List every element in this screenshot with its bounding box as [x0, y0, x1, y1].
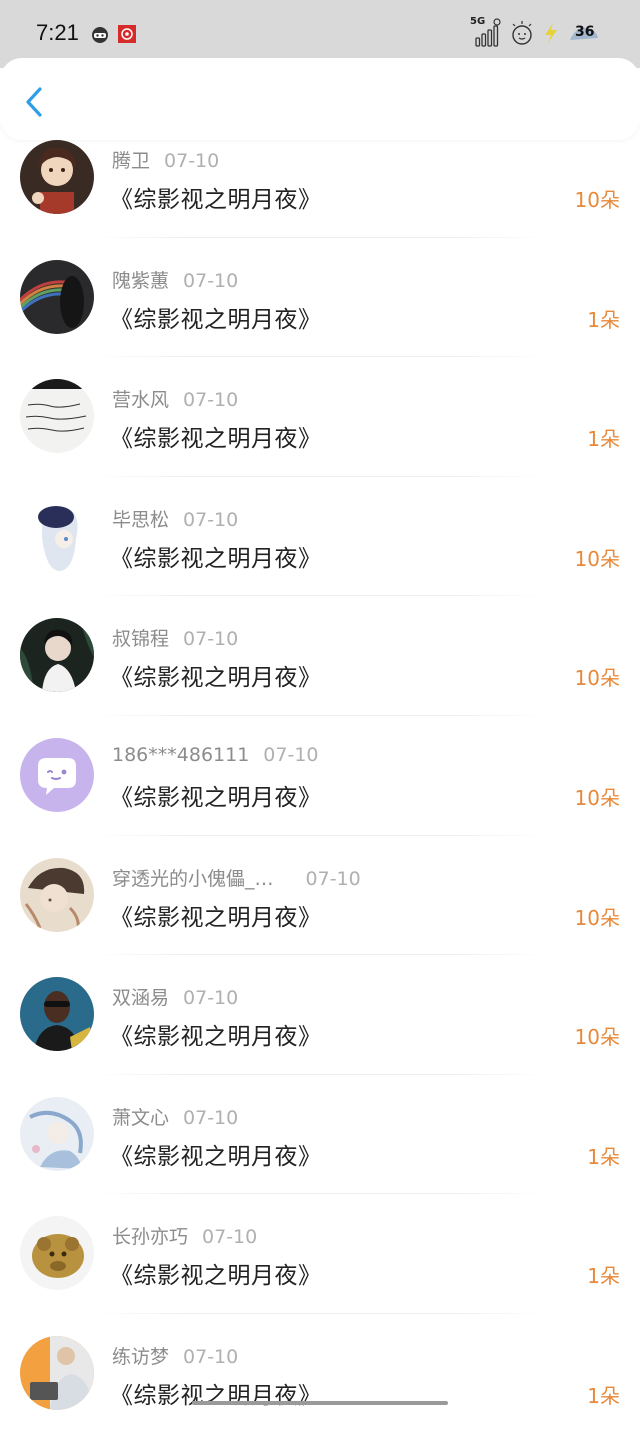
red-app-icon — [117, 24, 137, 44]
divider — [96, 835, 544, 836]
user-name: 隗紫蕙 — [112, 270, 169, 292]
date: 07-10 — [183, 1346, 238, 1368]
divider — [96, 954, 544, 955]
list-item[interactable]: 腾卫 07-10 《综影视之明月夜》 10朵 — [0, 140, 640, 260]
book-title: 《综影视之明月夜》 — [110, 539, 322, 573]
avatar[interactable] — [20, 379, 94, 453]
user-name: 穿透光的小傀儡_… — [112, 868, 274, 890]
list-item[interactable]: 萧文心 07-10 《综影视之明月夜》 1朵 — [0, 1097, 640, 1217]
avatar[interactable] — [20, 1097, 94, 1171]
avatar[interactable] — [20, 140, 94, 214]
status-time: 7:21 — [36, 20, 79, 46]
avatar[interactable] — [20, 618, 94, 692]
date: 07-10 — [183, 987, 238, 1009]
book-title: 《综影视之明月夜》 — [110, 300, 322, 334]
book-title: 《综影视之明月夜》 — [110, 658, 322, 692]
divider — [96, 1313, 544, 1314]
book-title: 《综影视之明月夜》 — [110, 419, 322, 453]
list-item[interactable]: 穿透光的小傀儡_… 07-10 《综影视之明月夜》 10朵 — [0, 858, 640, 978]
user-name: 双涵易 — [112, 987, 169, 1009]
gift-record-list: 腾卫 07-10 《综影视之明月夜》 10朵 隗紫蕙 07-10 《综影视之明月夜》… — [0, 140, 640, 1456]
flower-amount: 1朵 — [587, 1380, 620, 1409]
divider — [96, 1074, 544, 1075]
date: 07-10 — [306, 868, 361, 890]
divider — [96, 715, 544, 716]
list-item[interactable]: 双涵易 07-10 《综影视之明月夜》 10朵 — [0, 977, 640, 1097]
charging-icon — [542, 22, 560, 44]
list-item[interactable]: 隗紫蕙 07-10 《综影视之明月夜》 1朵 — [0, 260, 640, 380]
list-item[interactable]: 毕思松 07-10 《综影视之明月夜》 10朵 — [0, 499, 640, 619]
book-title: 《综影视之明月夜》 — [110, 180, 322, 214]
flower-amount: 1朵 — [587, 423, 620, 452]
book-title: 《综影视之明月夜》 — [110, 1256, 322, 1290]
status-indicators: 5G — [470, 18, 600, 48]
date: 07-10 — [263, 744, 318, 766]
flower-amount: 1朵 — [587, 1260, 620, 1289]
avatar[interactable] — [20, 738, 94, 812]
date: 07-10 — [183, 1107, 238, 1129]
user-name: 萧文心 — [112, 1107, 169, 1129]
flower-amount: 1朵 — [587, 1141, 620, 1170]
battery-icon: 36 — [568, 22, 600, 44]
avatar[interactable] — [20, 977, 94, 1051]
list-item[interactable]: 练访梦07-10 《综影视之明月夜》 1朵 — [0, 1336, 640, 1456]
signal-icon: 5G — [470, 18, 502, 48]
avatar[interactable] — [20, 1336, 94, 1410]
date: 07-10 — [202, 1226, 257, 1248]
divider — [96, 1193, 544, 1194]
date: 07-10 — [183, 270, 238, 292]
divider — [96, 476, 544, 477]
date: 07-10 — [183, 389, 238, 411]
avatar[interactable] — [20, 260, 94, 334]
book-title: 《综影视之明月夜》 — [110, 898, 322, 932]
book-title: 《综影视之明月夜》 — [110, 1137, 322, 1171]
divider — [96, 237, 544, 238]
flower-amount: 10朵 — [575, 782, 620, 811]
flower-amount: 10朵 — [575, 902, 620, 931]
avatar[interactable] — [20, 858, 94, 932]
navigation-header — [0, 58, 640, 140]
book-title: 《综影视之明月夜》 — [110, 778, 322, 812]
home-indicator[interactable] — [192, 1401, 448, 1405]
book-title: 《综影视之明月夜》 — [110, 1017, 322, 1051]
chevron-left-icon — [20, 84, 50, 120]
pet-status-icon — [510, 20, 534, 46]
user-name: 腾卫 — [112, 150, 150, 172]
list-item[interactable]: 长孙亦巧 07-10 《综影视之明月夜》 1朵 — [0, 1216, 640, 1336]
flower-amount: 10朵 — [575, 662, 620, 691]
battery-level: 36 — [575, 24, 594, 40]
flower-amount: 10朵 — [575, 543, 620, 572]
flower-amount: 1朵 — [587, 304, 620, 333]
user-name: 叔锦程 — [112, 628, 169, 650]
user-name: 毕思松 — [112, 509, 169, 531]
list-item[interactable]: 营水风 07-10 《综影视之明月夜》 1朵 — [0, 379, 640, 499]
flower-amount: 10朵 — [575, 184, 620, 213]
divider — [96, 356, 544, 357]
divider — [96, 595, 544, 596]
user-name: 练访梦 — [112, 1346, 169, 1368]
user-name: 长孙亦巧 — [112, 1226, 188, 1248]
user-name: 营水风 — [112, 389, 169, 411]
date: 07-10 — [164, 150, 219, 172]
user-name: 186***486111 — [112, 744, 249, 766]
avatar[interactable] — [20, 499, 94, 573]
list-item[interactable]: 叔锦程 07-10 《综影视之明月夜》 10朵 — [0, 618, 640, 738]
date: 07-10 — [183, 628, 238, 650]
cat-app-icon — [90, 24, 110, 44]
flower-amount: 10朵 — [575, 1021, 620, 1050]
date: 07-10 — [183, 509, 238, 531]
avatar[interactable] — [20, 1216, 94, 1290]
list-item[interactable]: 186***486111 07-10 《综影视之明月夜》 10朵 — [0, 738, 640, 858]
back-button[interactable] — [20, 84, 50, 120]
